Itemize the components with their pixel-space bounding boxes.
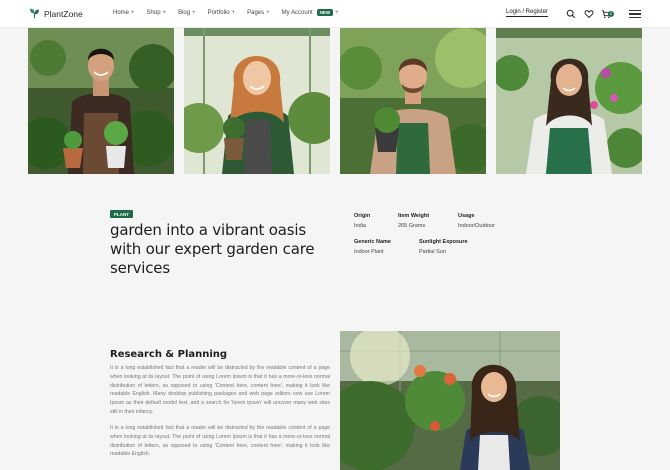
leaf-logo-icon bbox=[30, 8, 39, 19]
search-icon[interactable] bbox=[566, 9, 576, 19]
spec-value: India bbox=[354, 223, 366, 229]
spec-item-weight: Item Weight 265 Grams bbox=[398, 213, 429, 229]
expand-icon: + bbox=[335, 9, 339, 16]
plant-tag: PLANT bbox=[110, 210, 133, 218]
nav-label: Shop bbox=[146, 9, 161, 16]
expand-icon: + bbox=[131, 9, 135, 16]
brand-name: PlantZone bbox=[44, 8, 83, 19]
nav-label: Blog bbox=[178, 9, 191, 16]
gardener-photo-2 bbox=[184, 28, 330, 174]
spec-label: Generic Name bbox=[354, 239, 391, 245]
research-title: Research & Planning bbox=[110, 349, 228, 360]
expand-icon: + bbox=[162, 9, 167, 16]
nav-item-home[interactable]: Home + bbox=[113, 9, 135, 16]
spec-label: Origin bbox=[354, 213, 371, 219]
heart-icon[interactable] bbox=[584, 9, 594, 19]
cart-count-badge: 0 bbox=[608, 11, 614, 17]
spec-label: Item Weight bbox=[398, 213, 430, 219]
nav-item-pages[interactable]: Pages + bbox=[247, 9, 270, 16]
expand-icon: + bbox=[266, 9, 270, 16]
nav-item-my-account[interactable]: My Account NEW + bbox=[282, 9, 339, 16]
intro-headline: garden into a vibrant oasis with our exp… bbox=[110, 221, 315, 277]
spec-usage: Usage Indoor/Outdoor bbox=[458, 213, 495, 229]
spec-sunlight-exposure: Sunlight Exposure Partial Sun bbox=[419, 239, 468, 255]
spec-label: Usage bbox=[458, 213, 475, 219]
expand-icon: + bbox=[231, 9, 236, 16]
spec-value: 265 Grams bbox=[398, 223, 426, 229]
nav-item-shop[interactable]: Shop + bbox=[147, 9, 167, 16]
spec-value: Partial Sun bbox=[419, 249, 446, 255]
gardener-photo-3 bbox=[340, 28, 486, 174]
nav-item-portfolio[interactable]: Portfolio + bbox=[208, 9, 236, 16]
nav-label: My Account bbox=[281, 9, 313, 16]
spec-value: Indoor Plant bbox=[354, 249, 384, 255]
research-photo bbox=[340, 331, 560, 470]
new-badge: NEW bbox=[316, 9, 334, 16]
menu-icon[interactable] bbox=[629, 10, 641, 18]
brand-logo[interactable]: PlantZone bbox=[28, 7, 83, 20]
research-paragraph-1: It is a long established fact that a rea… bbox=[110, 365, 330, 415]
main-nav: Home + Shop + Blog + Portfolio + Pages +… bbox=[113, 9, 339, 16]
spec-origin: Origin India bbox=[354, 213, 370, 229]
nav-label: Pages bbox=[247, 9, 265, 16]
gardener-photo-4 bbox=[496, 28, 642, 174]
research-paragraph-2: It is a long established fact that a rea… bbox=[110, 425, 330, 458]
login-register-link[interactable]: Login / Register bbox=[506, 9, 549, 17]
site-header: PlantZone Home + Shop + Blog + Portfolio… bbox=[0, 0, 670, 28]
nav-label: Home bbox=[113, 9, 130, 16]
spec-generic-name: Generic Name Indoor Plant bbox=[354, 239, 391, 255]
expand-icon: + bbox=[192, 9, 196, 16]
nav-item-blog[interactable]: Blog + bbox=[178, 9, 196, 16]
gardener-photo-1 bbox=[28, 28, 174, 174]
spec-label: Sunlight Exposure bbox=[419, 239, 468, 245]
nav-label: Portfolio bbox=[207, 9, 230, 16]
spec-value: Indoor/Outdoor bbox=[458, 223, 495, 229]
